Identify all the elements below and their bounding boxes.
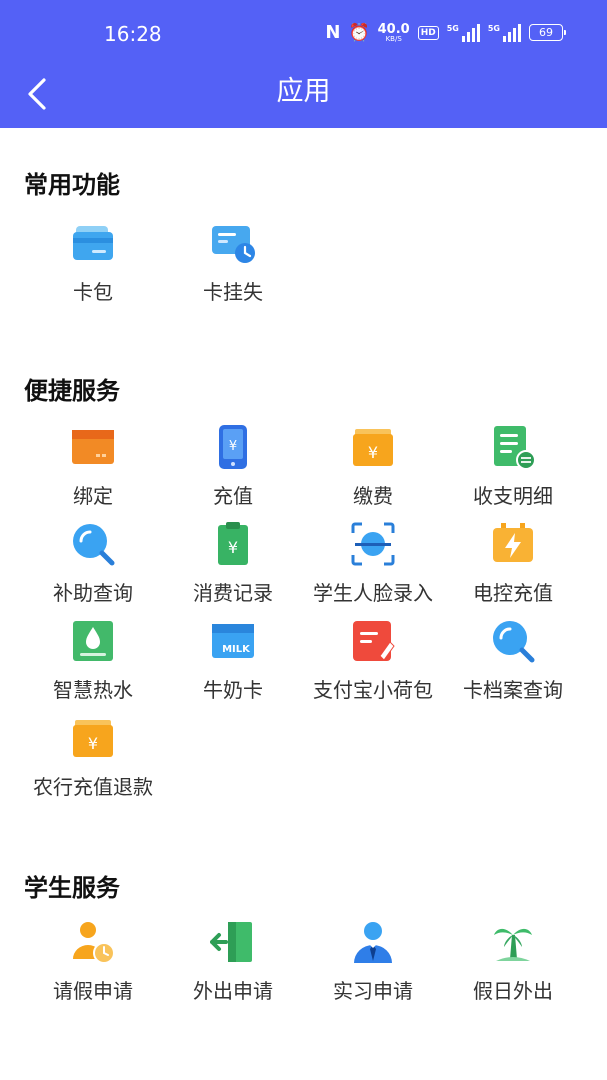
alipay-wallet-icon bbox=[353, 621, 395, 661]
milk-card-button[interactable]: MILK 牛奶卡 bbox=[163, 618, 303, 703]
svg-text:¥: ¥ bbox=[368, 443, 378, 462]
subsidy-search-button[interactable]: 补助查询 bbox=[23, 521, 163, 606]
nfc-icon: N bbox=[325, 22, 341, 43]
page-title: 应用 bbox=[276, 76, 331, 107]
electricity-recharge-button[interactable]: 电控充值 bbox=[443, 521, 583, 606]
abc-refund-icon: ¥ bbox=[73, 720, 113, 757]
section-common: 常用功能 卡包 卡挂失 bbox=[0, 170, 607, 314]
internship-request-button[interactable]: 实习申请 bbox=[303, 919, 443, 1004]
leave-request-button[interactable]: 请假申请 bbox=[23, 919, 163, 1004]
top-bar: 16:28 N ⏰ 40.0 KB/S HD 5G 5G 69 应用 bbox=[0, 0, 607, 128]
alipay-wallet-button[interactable]: 支付宝小荷包 bbox=[303, 618, 443, 703]
milk-card-icon: MILK bbox=[212, 624, 254, 658]
section-title: 常用功能 bbox=[22, 170, 120, 204]
card-archive-search-icon bbox=[493, 621, 535, 663]
hot-water-icon bbox=[73, 621, 113, 661]
hot-water-button[interactable]: 智慧热水 bbox=[23, 618, 163, 703]
card-report-loss-icon bbox=[212, 226, 255, 263]
signal-icon: 5G bbox=[447, 23, 480, 42]
section-student: 学生服务 请假申请 外出申请 实习申请 假日外出 bbox=[0, 873, 607, 1017]
svg-text:¥: ¥ bbox=[88, 734, 98, 753]
card-report-loss-button[interactable]: 卡挂失 bbox=[163, 220, 303, 305]
leave-request-icon bbox=[73, 922, 115, 964]
bind-button[interactable]: 绑定 bbox=[23, 424, 163, 509]
section-title: 学生服务 bbox=[22, 873, 120, 907]
subsidy-search-icon bbox=[73, 524, 115, 566]
recharge-button[interactable]: ¥ 充值 bbox=[163, 424, 303, 509]
face-scan-icon bbox=[351, 522, 395, 566]
go-out-request-icon bbox=[210, 922, 252, 962]
payment-icon: ¥ bbox=[353, 429, 393, 466]
face-scan-button[interactable]: 学生人脸录入 bbox=[303, 521, 443, 606]
svg-text:¥: ¥ bbox=[229, 439, 237, 454]
net-speed: 40.0 KB/S bbox=[377, 21, 410, 43]
holiday-outing-icon bbox=[494, 928, 532, 961]
hd-icon: HD bbox=[417, 25, 439, 40]
status-time: 16:28 bbox=[104, 22, 162, 46]
section-title: 便捷服务 bbox=[22, 376, 120, 410]
section-convenient: 便捷服务 绑定 ¥ 充值 ¥ 缴费 收支明细 补助查询 ¥ 消费记录 学生人脸录… bbox=[0, 376, 607, 810]
svg-text:MILK: MILK bbox=[222, 644, 251, 655]
consumption-record-button[interactable]: ¥ 消费记录 bbox=[163, 521, 303, 606]
bind-card-icon bbox=[72, 430, 114, 464]
svg-text:¥: ¥ bbox=[228, 538, 238, 557]
wallet-card-button[interactable]: 卡包 bbox=[23, 220, 163, 305]
go-out-request-button[interactable]: 外出申请 bbox=[163, 919, 303, 1004]
battery-icon: 69 bbox=[529, 24, 566, 41]
alarm-icon: ⏰ bbox=[348, 22, 370, 43]
statement-button[interactable]: 收支明细 bbox=[443, 424, 583, 509]
statement-icon bbox=[494, 426, 536, 470]
signal-icon-2: 5G bbox=[488, 23, 521, 42]
wallet-card-icon bbox=[73, 226, 113, 260]
consumption-record-icon: ¥ bbox=[218, 522, 248, 565]
status-icons: N ⏰ 40.0 KB/S HD 5G 5G 69 bbox=[325, 21, 566, 43]
card-archive-search-button[interactable]: 卡档案查询 bbox=[443, 618, 583, 703]
phone-recharge-icon: ¥ bbox=[219, 425, 247, 469]
electricity-recharge-icon bbox=[493, 523, 533, 562]
abc-refund-button[interactable]: ¥ 农行充值退款 bbox=[23, 715, 163, 800]
payment-button[interactable]: ¥ 缴费 bbox=[303, 424, 443, 509]
internship-request-icon bbox=[354, 922, 392, 963]
holiday-outing-button[interactable]: 假日外出 bbox=[443, 919, 583, 1004]
